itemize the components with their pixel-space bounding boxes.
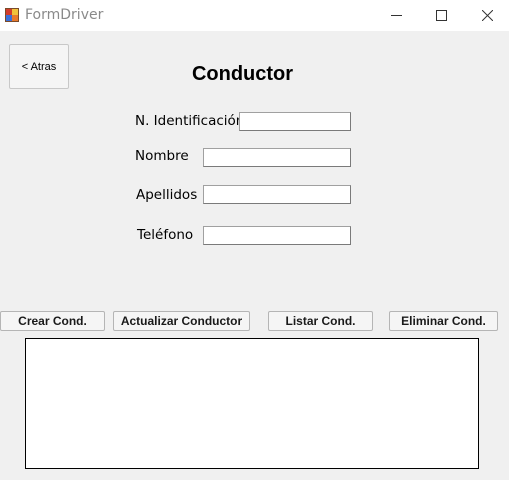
delete-driver-button[interactable]: Eliminar Cond. — [389, 311, 498, 331]
app-icon — [5, 8, 19, 22]
minimize-icon — [391, 15, 402, 16]
page-title: Conductor — [191, 63, 294, 85]
form-driver-window: FormDriver < Atras Conductor N. Identifi… — [0, 0, 509, 480]
phone-field[interactable] — [203, 226, 351, 245]
id-number-label: N. Identificación — [135, 113, 245, 129]
back-button[interactable]: < Atras — [9, 44, 69, 89]
maximize-button[interactable] — [419, 0, 465, 31]
last-name-field[interactable] — [203, 185, 351, 204]
create-driver-button[interactable]: Crear Cond. — [0, 311, 105, 331]
last-name-label: Apellidos — [136, 187, 198, 203]
maximize-icon — [436, 10, 447, 21]
drivers-list-box[interactable] — [25, 338, 479, 469]
id-number-field[interactable] — [239, 112, 351, 131]
name-field[interactable] — [203, 148, 351, 167]
list-drivers-button[interactable]: Listar Cond. — [268, 311, 373, 331]
close-button[interactable] — [465, 0, 509, 31]
minimize-button[interactable] — [374, 0, 420, 31]
phone-label: Teléfono — [137, 227, 194, 243]
title-bar[interactable]: FormDriver — [0, 0, 509, 31]
name-label: Nombre — [135, 148, 189, 164]
window-title: FormDriver — [25, 7, 104, 23]
update-driver-button[interactable]: Actualizar Conductor — [113, 311, 250, 331]
close-icon — [482, 10, 493, 21]
